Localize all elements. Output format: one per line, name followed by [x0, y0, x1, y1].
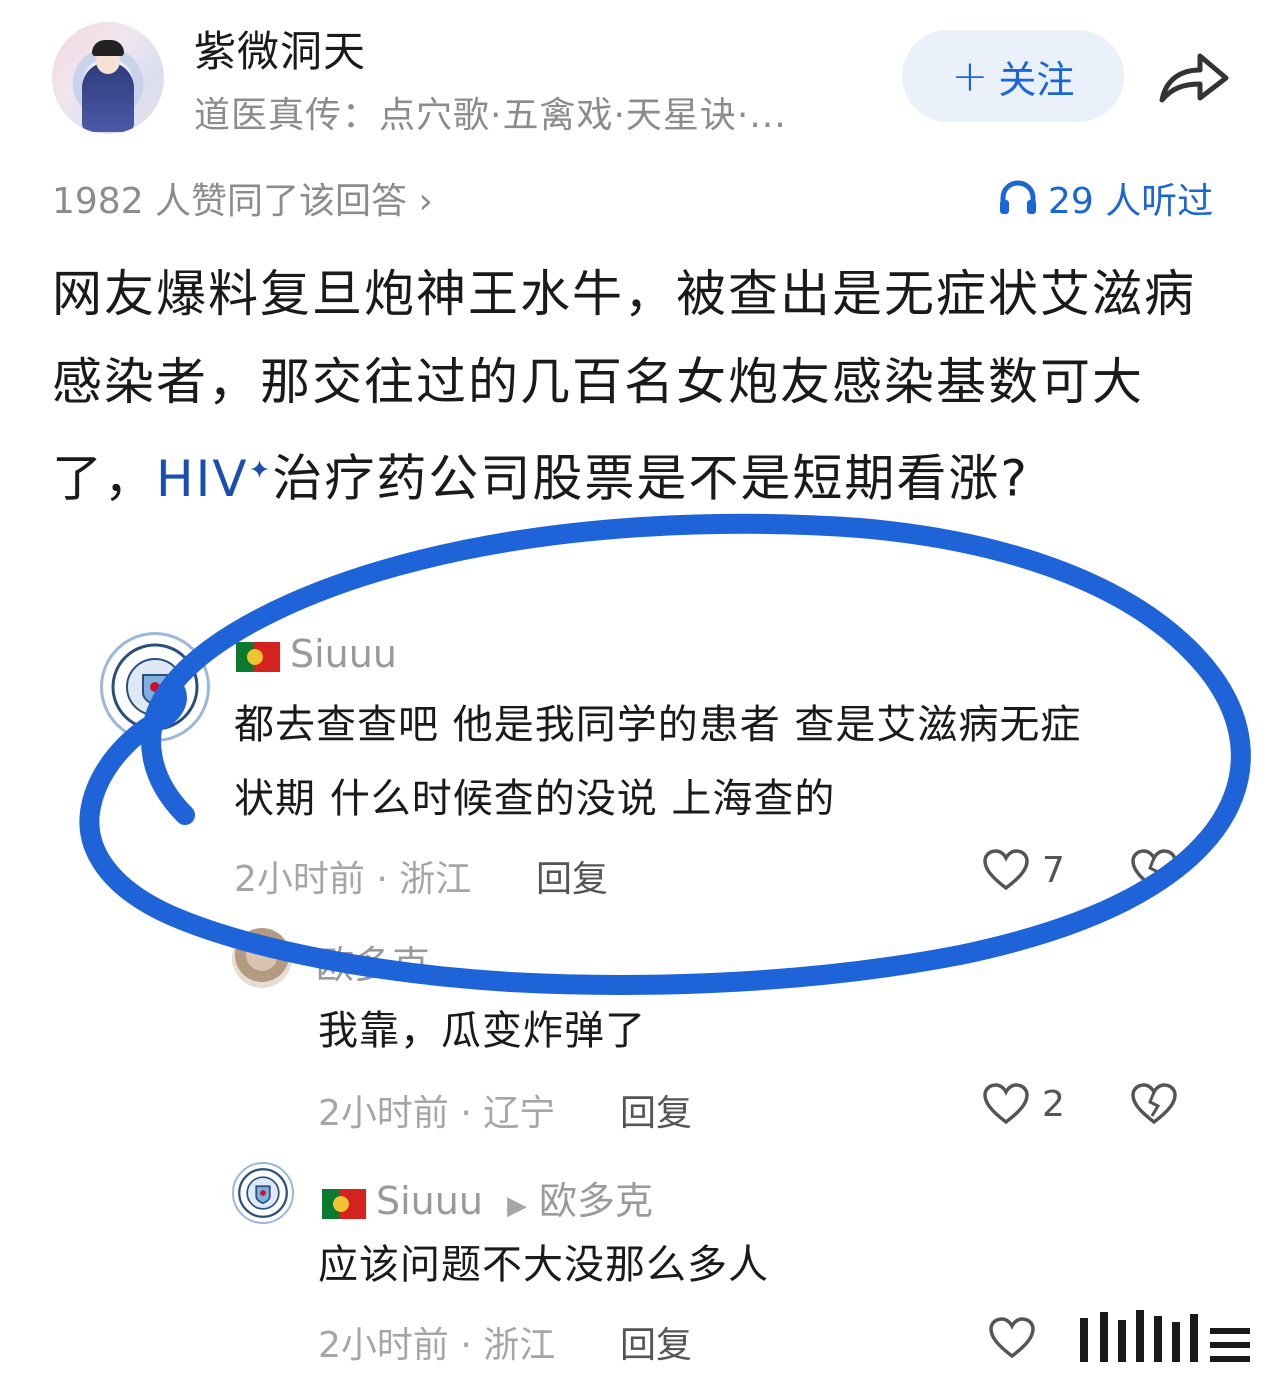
follow-button[interactable]: + 关注 — [902, 30, 1124, 122]
manchester-city-badge-icon — [238, 1168, 288, 1218]
listen-count[interactable]: 29 人听过 — [998, 172, 1213, 224]
hiv-link-text: HIV — [156, 449, 249, 508]
hiv-link[interactable]: HIV✦ — [156, 450, 272, 508]
listen-text: 29 人听过 — [1048, 181, 1214, 222]
reply-button[interactable]: 回复 — [620, 1084, 692, 1136]
comment-avatar[interactable] — [232, 1162, 294, 1224]
comment-meta: 2小时前 · 辽宁 — [318, 1093, 556, 1134]
comment-text: 我靠，瓜变炸弹了 — [318, 1008, 646, 1054]
comment-username: Siuuu — [290, 632, 397, 676]
headphones-icon — [1000, 180, 1036, 214]
author-avatar[interactable] — [52, 22, 164, 134]
comment-avatar[interactable] — [232, 928, 292, 988]
plus-icon: + — [951, 50, 989, 102]
hiv-link-sup: ✦ — [248, 455, 273, 485]
reply-arrow-icon: ▶ — [507, 1191, 528, 1221]
question-text-end: 治疗药公司股票是不是短期看涨? — [272, 449, 1029, 508]
heart-icon — [983, 1083, 1029, 1125]
comment-avatar[interactable] — [100, 632, 210, 742]
comment-text: 都去查查吧 他是我同学的患者 查是艾滋病无症 状期 什么时候查的没说 上海查的 — [234, 688, 1194, 836]
comment-text: 应该问题不大没那么多人 — [318, 1242, 769, 1288]
like-button[interactable]: 2 — [982, 1082, 1065, 1126]
reply-to-username: 欧多克 — [539, 1179, 654, 1223]
comment-text-line: 状期 什么时候查的没说 上海查的 — [234, 776, 836, 822]
manchester-city-badge-icon — [111, 643, 199, 731]
comment-user[interactable]: Siuuu ▶ 欧多克 — [322, 1170, 653, 1225]
comment-meta: 2小时前 · 浙江 — [318, 1325, 556, 1366]
portugal-flag-icon — [322, 1188, 366, 1219]
follow-label: 关注 — [998, 57, 1075, 102]
reply-button[interactable]: 回复 — [620, 1316, 692, 1368]
like-button[interactable]: 7 — [982, 848, 1065, 892]
watermark-logo — [1080, 1310, 1250, 1362]
like-count: 7 — [1042, 849, 1065, 891]
comment-text-line: 都去查查吧 他是我同学的患者 查是艾滋病无症 — [234, 702, 1082, 748]
comment-username: Siuuu — [376, 1179, 483, 1223]
dislike-icon[interactable] — [1130, 1082, 1178, 1126]
question-title[interactable]: 网友爆料复旦炮神王水牛，被查出是无症状艾滋病感染者，那交往过的几百名女炮友感染基… — [52, 250, 1232, 523]
author-name[interactable]: 紫微洞天 — [194, 18, 366, 79]
comment-meta: 2小时前 · 浙江 — [234, 859, 472, 900]
share-icon[interactable] — [1156, 46, 1232, 108]
comment-username[interactable]: 欧多克 — [316, 934, 430, 989]
author-bio: 道医真传：点穴歌·五禽戏·天星诀·... — [194, 95, 787, 136]
heart-icon — [983, 849, 1029, 891]
reply-button[interactable]: 回复 — [536, 850, 608, 902]
like-count: 2 — [1042, 1083, 1065, 1125]
upvote-count[interactable]: 1982 人赞同了该回答 › — [52, 172, 433, 224]
portugal-flag-icon — [236, 641, 280, 672]
heart-icon[interactable] — [988, 1316, 1036, 1360]
dislike-icon[interactable] — [1130, 848, 1178, 892]
comment-user[interactable]: Siuuu — [236, 632, 397, 676]
